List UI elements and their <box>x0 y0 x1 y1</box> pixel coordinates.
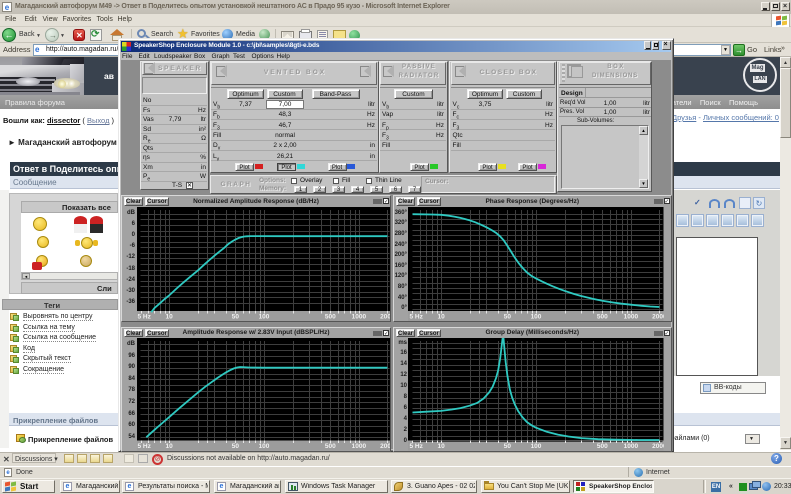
svg-text:10: 10 <box>437 443 445 450</box>
svg-text:100: 100 <box>258 443 269 450</box>
svg-text:1000: 1000 <box>351 313 366 320</box>
svg-text:100: 100 <box>531 443 542 450</box>
svg-text:50: 50 <box>504 443 512 450</box>
svg-text:2000: 2000 <box>380 313 390 320</box>
svg-text:10: 10 <box>165 313 173 320</box>
svg-text:500: 500 <box>597 313 608 320</box>
svg-text:100: 100 <box>531 313 542 320</box>
svg-text:500: 500 <box>597 443 608 450</box>
svg-text:1000: 1000 <box>351 443 366 450</box>
svg-text:5 Hz: 5 Hz <box>410 313 424 320</box>
svg-text:5 Hz: 5 Hz <box>410 443 424 450</box>
svg-text:1000: 1000 <box>624 443 639 450</box>
svg-text:10: 10 <box>437 313 445 320</box>
svg-text:1000: 1000 <box>624 313 639 320</box>
svg-text:5 Hz: 5 Hz <box>137 443 151 450</box>
svg-text:2000: 2000 <box>652 443 663 450</box>
svg-text:50: 50 <box>231 313 239 320</box>
svg-text:5 Hz: 5 Hz <box>137 313 151 320</box>
svg-text:10: 10 <box>165 443 173 450</box>
svg-text:2000: 2000 <box>380 443 390 450</box>
svg-text:500: 500 <box>324 313 335 320</box>
svg-text:100: 100 <box>258 313 269 320</box>
svg-text:500: 500 <box>324 443 335 450</box>
svg-text:50: 50 <box>231 443 239 450</box>
svg-text:2000: 2000 <box>652 313 663 320</box>
svg-text:50: 50 <box>504 313 512 320</box>
